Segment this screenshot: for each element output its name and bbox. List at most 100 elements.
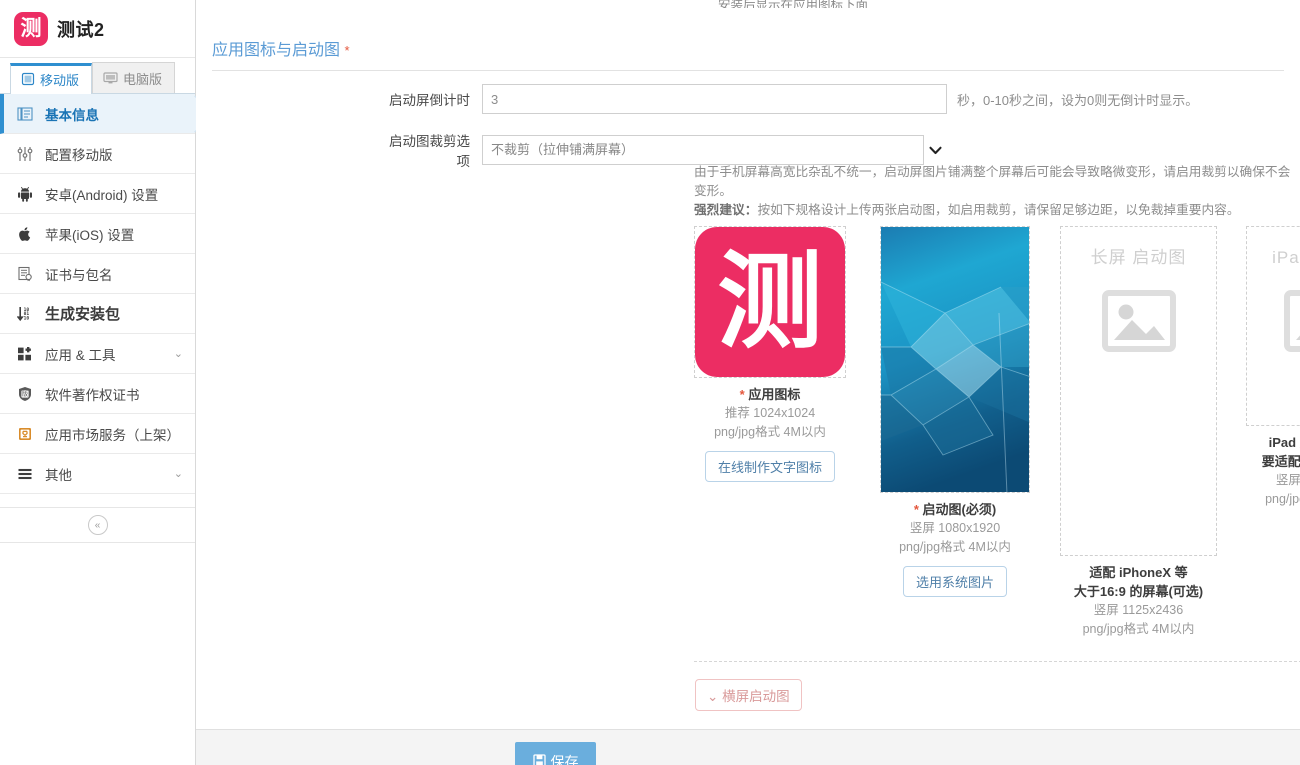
sidebar-item-copyright-certificate[interactable]: 版 软件著作权证书 [0,374,195,414]
sidebar-item-certificate-package[interactable]: 证书与包名 [0,254,195,294]
crop-option-label: 启动图裁剪选项 [389,134,470,169]
save-icon [532,754,546,765]
card-caption-line-2: 大于16:9 的屏幕(可选) [1073,584,1204,599]
choose-system-image-button[interactable]: 选用系统图片 [902,566,1007,597]
long-screen-thumbnail[interactable]: 长屏 启动图 [1060,226,1217,556]
note-line-2: 强烈建议：按如下规格设计上传两张启动图，如启用裁剪，请保留足够边距，以免裁掉重要… [694,201,1300,220]
app-root: 测 测试2 移动版 电脑版 基本信息 配置移动版 安卓(Android) 设置 … [0,0,1300,765]
sidebar-item-basic-info[interactable]: 基本信息 [0,94,195,134]
landscape-splash-label: 横屏启动图 [722,689,790,704]
countdown-label: 启动屏倒计时 [389,93,470,108]
sidebar-item-label: 苹果(iOS) 设置 [45,227,135,243]
card-caption: * 应用图标 [694,385,846,404]
mobile-icon [21,72,35,86]
card-caption-text: 应用图标 [748,387,801,402]
app-title: 测试2 [57,19,105,40]
sidebar-item-build-package[interactable]: 10 01 10 生成安装包 [0,294,195,334]
chevron-down-icon[interactable] [923,135,947,165]
image-placeholder-icon [1061,290,1216,352]
card-caption-line-1: iPad 启动图(可选) [1268,435,1300,450]
note-line-2-rest: 按如下规格设计上传两张启动图，如启用裁剪，请保留足够边距，以免裁掉重要内容。 [757,203,1240,217]
collapse-sidebar-button[interactable]: « [87,515,108,535]
sidebar-empty-area [0,544,195,765]
card-sub-2: png/jpg格式 4M以内 [1082,622,1195,636]
card-ipad: iPad 启动图 iPad 启动图(可选) 要适配iPad才需上传 竖屏 153… [1246,226,1300,509]
sidebar-item-label: 基本信息 [45,107,99,123]
sidebar-item-other[interactable]: 其他 ⌄ [0,454,195,494]
document-icon [14,106,36,122]
card-sub-2: png/jpg格式 4M以内 [714,425,826,439]
menu-icon [14,466,36,482]
svg-text:版: 版 [22,390,28,398]
double-chevron-down-icon: ⌄ [707,689,719,704]
brand-header: 测 测试2 [0,0,195,58]
save-button[interactable]: 保存 [515,742,596,765]
sidebar-item-label: 软件著作权证书 [45,387,140,403]
countdown-hint: 秒，0-10秒之间，设为0则无倒计时显示。 [957,92,1199,108]
app-icon-thumbnail[interactable]: 测 [694,226,846,378]
tab-desktop[interactable]: 电脑版 [92,62,176,93]
sidebar: 测 测试2 移动版 电脑版 基本信息 配置移动版 安卓(Android) 设置 … [0,0,196,765]
main-content: 安装后显示在应用图标下面 应用图标与启动图 * 启动屏倒计时 秒，0-10秒之间… [196,0,1300,765]
card-splash: * 启动图(必须) 竖屏 1080x1920 png/jpg格式 4M以内 选用… [880,226,1030,597]
landscape-splash-toggle-button[interactable]: ⌄ 横屏启动图 [695,679,802,711]
sidebar-item-label: 安卓(Android) 设置 [45,187,159,203]
ipad-thumbnail[interactable]: iPad 启动图 [1246,226,1300,426]
sidebar-item-ios-settings[interactable]: 苹果(iOS) 设置 [0,214,195,254]
sidebar-item-market-service[interactable]: 应用市场服务（上架） [0,414,195,454]
card-sub-1: 竖屏 1125x2436 [1093,603,1184,617]
countdown-input[interactable] [482,84,947,114]
sidebar-item-label: 应用市场服务（上架） [45,427,180,443]
placeholder-title: 长屏 启动图 [1090,248,1187,267]
sidebar-item-label: 证书与包名 [45,267,113,283]
chevron-down-icon[interactable]: ⌄ [174,467,183,480]
card-caption-line-2: 要适配iPad才需上传 [1261,454,1300,469]
required-asterisk: * [344,43,350,58]
sidebar-item-apps-tools[interactable]: 应用 & 工具 ⌄ [0,334,195,374]
splash-preview-image [881,227,1029,492]
placeholder-title: iPad 启动图 [1272,248,1300,267]
tab-mobile-label: 移动版 [40,72,80,88]
market-icon [14,426,36,442]
platform-tabs: 移动版 电脑版 [0,58,195,94]
build-icon: 10 01 10 [14,306,36,322]
tab-desktop-label: 电脑版 [123,71,163,87]
notes-block: 由于手机屏幕高宽比杂乱不统一，启动屏图片铺满整个屏幕后可能会导致略微变形，请启用… [694,163,1300,220]
section-divider [694,661,1300,662]
apple-icon [14,226,36,242]
crop-option-select[interactable]: 不裁剪（拉伸铺满屏幕） [482,135,947,165]
copyright-icon: 版 [14,386,36,402]
card-caption-text: 启动图(必须) [922,502,997,517]
page-title: 应用图标与启动图 * [212,36,1284,71]
card-sub-1: 竖屏 1080x1920 [909,521,1001,535]
sidebar-item-label: 应用 & 工具 [45,347,116,363]
splash-thumbnail[interactable] [880,226,1030,493]
grid-icon [14,346,36,362]
sidebar-item-configure-mobile[interactable]: 配置移动版 [0,134,195,174]
crop-option-value[interactable]: 不裁剪（拉伸铺满屏幕） [482,135,947,165]
note-line-1: 由于手机屏幕高宽比杂乱不统一，启动屏图片铺满整个屏幕后可能会导致略微变形，请启用… [694,165,1291,198]
tab-mobile[interactable]: 移动版 [10,63,93,94]
sidebar-item-label: 生成安装包 [45,306,121,323]
sidebar-item-android-settings[interactable]: 安卓(Android) 设置 [0,174,195,214]
card-caption: * 启动图(必须) [880,500,1030,519]
card-sub-1: 竖屏 1536x2048 [1275,473,1300,487]
clipped-hint-text: 安装后显示在应用图标下面 [717,0,868,8]
note-line-2-bold: 强烈建议： [694,203,758,217]
sliders-icon [14,146,36,162]
certificate-icon [14,266,36,282]
android-icon [14,186,36,202]
chevron-down-icon[interactable]: ⌄ [174,347,183,360]
make-text-icon-button[interactable]: 在线制作文字图标 [704,451,835,482]
app-logo: 测 [14,11,48,46]
sidebar-nav: 基本信息 配置移动版 安卓(Android) 设置 苹果(iOS) 设置 证书与… [0,94,195,494]
card-sub-2: png/jpg格式 4M以内 [1265,492,1300,506]
card-sub-1: 推荐 1024x1024 [724,406,816,420]
footer-bar: 保存 [196,729,1300,765]
save-button-label: 保存 [550,754,579,765]
section-title-text: 应用图标与启动图 [212,42,341,59]
footer-inner: 保存 [212,730,1284,765]
required-asterisk: * [913,502,919,517]
required-asterisk: * [739,387,745,402]
card-long-screen: 长屏 启动图 适配 iPhoneX 等 大于16:9 的屏幕(可选) 竖屏 11… [1060,226,1217,639]
